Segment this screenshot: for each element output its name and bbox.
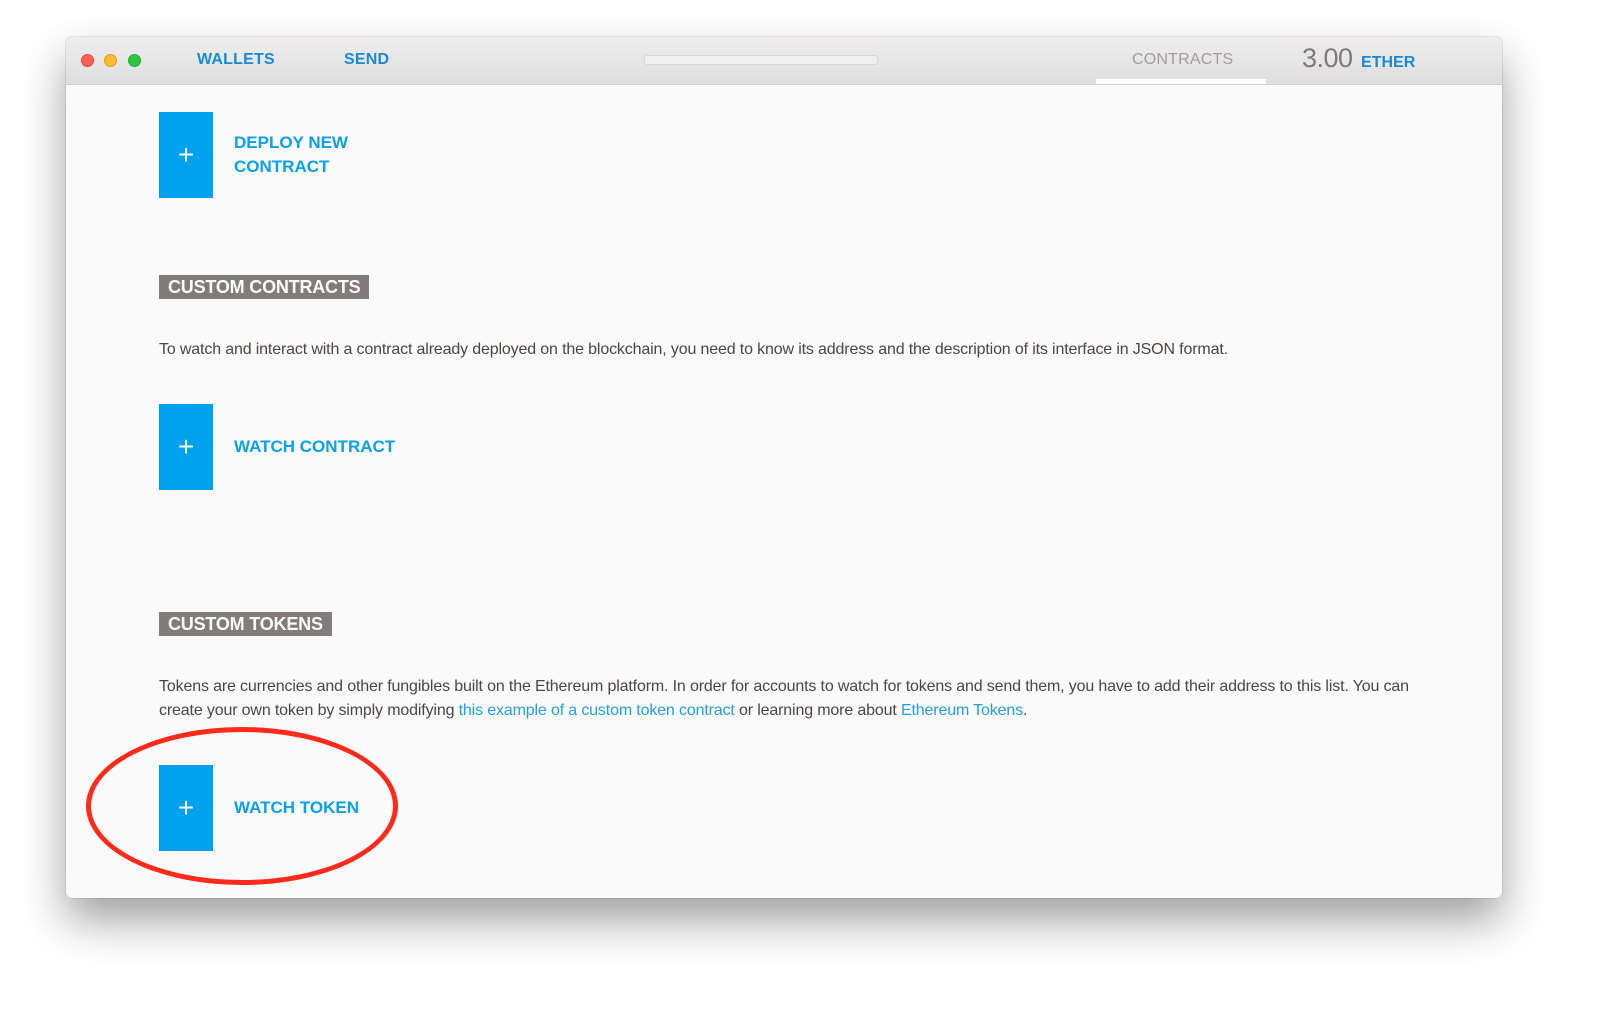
minimize-window-button[interactable] — [104, 54, 117, 67]
custom-contracts-heading: CUSTOM CONTRACTS — [159, 275, 370, 299]
watch-contract-label: WATCH CONTRACT — [234, 437, 396, 456]
watch-token-button[interactable]: + WATCH TOKEN — [159, 765, 434, 851]
balance-amount: 3.00 — [1302, 43, 1353, 73]
custom-tokens-heading: CUSTOM TOKENS — [159, 612, 332, 636]
plus-icon: + — [159, 404, 213, 490]
watch-contract-button[interactable]: + WATCH CONTRACT — [159, 404, 434, 490]
active-tab-indicator — [1096, 79, 1266, 84]
nav-tab-wallets[interactable]: WALLETS — [197, 51, 275, 69]
plus-icon: + — [159, 112, 213, 198]
nav-tab-contracts[interactable]: CONTRACTS — [1132, 51, 1233, 69]
zoom-window-button[interactable] — [128, 54, 141, 67]
tokens-text-part3: . — [1022, 702, 1028, 719]
plus-icon: + — [159, 765, 213, 851]
deploy-label-line2: CONTRACT — [234, 157, 330, 176]
balance-display: 3.00 ETHER — [1302, 43, 1415, 74]
nav-tab-send[interactable]: SEND — [344, 51, 389, 69]
balance-unit[interactable]: ETHER — [1361, 54, 1415, 71]
deploy-new-contract-label: DEPLOY NEW CONTRACT — [234, 131, 364, 179]
custom-contracts-description: To watch and interact with a contract al… — [159, 341, 1228, 358]
contracts-page: + DEPLOY NEW CONTRACT CUSTOM CONTRACTS T… — [66, 85, 1502, 898]
sync-progress-bar — [644, 55, 878, 65]
deploy-label-line1: DEPLOY NEW — [234, 133, 348, 152]
ethereum-tokens-link[interactable]: Ethereum Tokens — [901, 702, 1023, 719]
title-bar: WALLETS SEND CONTRACTS 3.00 ETHER — [66, 37, 1502, 85]
tokens-text-part2: or learning more about — [734, 702, 901, 719]
custom-tokens-description: Tokens are currencies and other fungible… — [159, 675, 1429, 723]
close-window-button[interactable] — [81, 54, 94, 67]
app-window: WALLETS SEND CONTRACTS 3.00 ETHER + DEPL… — [66, 37, 1502, 898]
custom-token-example-link[interactable]: this example of a custom token contract — [459, 702, 735, 719]
deploy-new-contract-button[interactable]: + DEPLOY NEW CONTRACT — [159, 112, 364, 198]
watch-token-label: WATCH TOKEN — [234, 798, 359, 817]
